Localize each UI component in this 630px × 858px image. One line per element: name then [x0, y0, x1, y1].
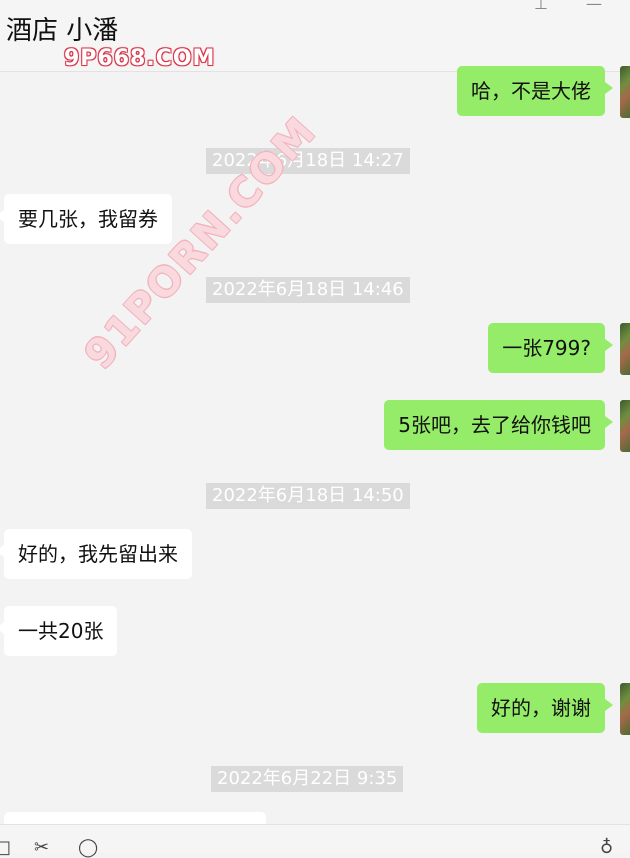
timestamp: 2022年6月18日 14:27 [206, 148, 410, 174]
pin-icon[interactable]: ⊥ [534, 0, 548, 13]
chat-title: 酒店 小潘 [6, 16, 119, 46]
minimize-icon[interactable]: — [586, 0, 602, 13]
message-bubble-received[interactable]: 一共20张 [0, 606, 118, 656]
message-bubble-received[interactable]: 要几张，我留券 [0, 194, 172, 244]
avatar-self[interactable] [620, 323, 630, 375]
timestamp: 2022年6月18日 14:46 [206, 277, 410, 303]
microphone-icon[interactable]: ♁ [600, 839, 613, 857]
avatar-self[interactable] [620, 683, 630, 735]
chat-header: 酒店 小潘 ⊥ — 9P668.COM [0, 0, 630, 72]
message-bubble-sent[interactable]: 5张吧，去了给你钱吧 [384, 400, 613, 450]
folder-icon[interactable]: □ [0, 839, 11, 857]
message-bubble-sent[interactable]: 一张799? [488, 323, 613, 373]
watermark-logo-top: 9P668.COM [64, 46, 216, 71]
message-bubble-sent[interactable]: 哈，不是大佬 [457, 66, 613, 116]
avatar-self[interactable] [620, 66, 630, 118]
scissors-icon[interactable]: ✂ [34, 839, 49, 857]
input-toolbar: □ ✂ ◯ ♁ [0, 824, 630, 857]
emoji-icon[interactable]: ◯ [78, 839, 98, 857]
message-bubble-received[interactable]: 好的，我先留出来 [0, 529, 192, 579]
timestamp: 2022年6月22日 9:35 [211, 766, 404, 792]
message-bubble-sent[interactable]: 好的，谢谢 [477, 683, 613, 733]
timestamp: 2022年6月18日 14:50 [206, 483, 410, 509]
avatar-self[interactable] [620, 400, 630, 452]
